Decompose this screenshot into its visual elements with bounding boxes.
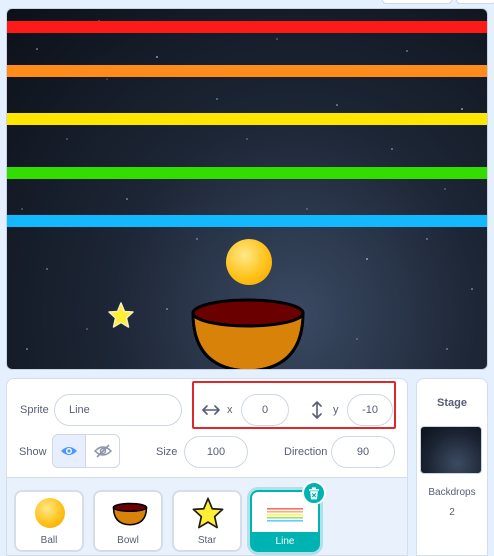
sprite-label: Sprite bbox=[20, 404, 49, 416]
direction-label: Direction bbox=[284, 446, 328, 458]
stripe-red bbox=[7, 21, 487, 33]
sprite-name-value: Line bbox=[69, 404, 90, 416]
sprite-tile-label: Line bbox=[275, 536, 295, 547]
stage-panel-title: Stage bbox=[437, 397, 467, 409]
header-button-fragment[interactable] bbox=[382, 0, 452, 4]
star-sprite[interactable] bbox=[107, 301, 135, 329]
ball-sprite[interactable] bbox=[226, 239, 272, 285]
star-thumbnail bbox=[192, 497, 224, 529]
stripe-orange bbox=[7, 65, 487, 77]
stage-thumbnail[interactable] bbox=[420, 426, 482, 474]
sprite-tile-label: Bowl bbox=[117, 535, 139, 546]
direction-field[interactable]: 90 bbox=[331, 436, 395, 468]
stage-canvas[interactable] bbox=[6, 8, 488, 370]
direction-value: 90 bbox=[356, 446, 370, 458]
show-sprite-button[interactable] bbox=[53, 435, 87, 467]
show-label: Show bbox=[19, 446, 47, 458]
size-value: 100 bbox=[206, 446, 226, 458]
ball-thumbnail bbox=[35, 498, 65, 528]
delete-sprite-button[interactable] bbox=[302, 481, 326, 505]
sprite-name-field[interactable]: Line bbox=[54, 394, 182, 426]
sprite-tile-label: Star bbox=[197, 535, 217, 546]
sprite-tile-bowl[interactable]: Bowl bbox=[93, 490, 163, 552]
stripe-yellow bbox=[7, 113, 487, 125]
size-field[interactable]: 100 bbox=[184, 436, 248, 468]
backdrops-count: 2 bbox=[449, 507, 455, 518]
header-button-fragment[interactable] bbox=[456, 0, 494, 4]
stripe-green bbox=[7, 167, 487, 179]
hide-sprite-button[interactable] bbox=[86, 435, 119, 467]
eye-slash-icon bbox=[93, 444, 112, 458]
backdrops-label: Backdrops bbox=[428, 487, 476, 498]
xy-highlight-box bbox=[192, 381, 396, 429]
sprite-tile-star[interactable]: Star bbox=[172, 490, 242, 552]
visibility-toggle-group bbox=[52, 434, 120, 468]
bowl-thumbnail bbox=[112, 502, 148, 526]
size-label: Size bbox=[156, 446, 178, 458]
sprite-tile-ball[interactable]: Ball bbox=[14, 490, 84, 552]
sprite-tile-label: Ball bbox=[40, 535, 58, 546]
stripe-blue bbox=[7, 215, 487, 227]
eye-icon bbox=[61, 447, 77, 455]
bowl-sprite[interactable] bbox=[187, 295, 309, 370]
trash-icon bbox=[309, 486, 319, 499]
line-thumbnail bbox=[267, 508, 303, 522]
